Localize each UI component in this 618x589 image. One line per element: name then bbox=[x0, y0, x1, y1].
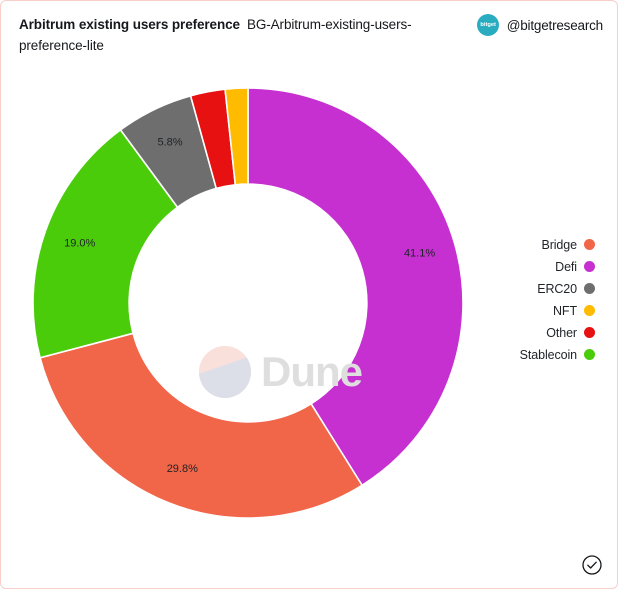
check-circle-svg bbox=[582, 555, 602, 575]
donut-svg: 41.1% 29.8% 19.0% 5.8% bbox=[33, 88, 463, 518]
legend-item-label: NFT bbox=[553, 303, 577, 318]
legend-item-label: Bridge bbox=[541, 237, 577, 252]
legend-item-label: Other bbox=[546, 325, 577, 340]
avatar-label: bitget bbox=[479, 21, 496, 28]
slice-label-bridge: 29.8% bbox=[167, 463, 198, 475]
legend-item-stablecoin[interactable]: Stablecoin bbox=[520, 345, 595, 364]
legend-item-label: ERC20 bbox=[537, 281, 577, 296]
bitget-avatar-icon[interactable]: bitget bbox=[476, 14, 499, 36]
slice-label-stablecoin: 19.0% bbox=[64, 238, 95, 250]
account-block[interactable]: bitget @bitgetresearch bbox=[476, 14, 603, 36]
chart-area: 41.1% 29.8% 19.0% 5.8% Dune Bridge Defi ERC20… bbox=[1, 63, 617, 588]
legend-color-dot bbox=[584, 261, 595, 272]
slice-label-erc20: 5.8% bbox=[157, 136, 182, 148]
card-header: Arbitrum existing users preference BG-Arb… bbox=[1, 1, 617, 63]
legend-item-erc20[interactable]: ERC20 bbox=[537, 279, 595, 298]
legend-item-defi[interactable]: Defi bbox=[555, 257, 595, 276]
legend-color-dot bbox=[584, 283, 595, 294]
legend-item-other[interactable]: Other bbox=[546, 323, 595, 342]
check-circle-icon[interactable] bbox=[581, 554, 603, 576]
legend-item-label: Stablecoin bbox=[519, 347, 577, 362]
donut-slice-bridge[interactable] bbox=[39, 332, 364, 518]
donut-slices[interactable] bbox=[33, 88, 463, 518]
chart-legend[interactable]: Bridge Defi ERC20 NFT Other Stablecoin bbox=[465, 235, 595, 364]
legend-item-nft[interactable]: NFT bbox=[553, 301, 595, 320]
page-title: Arbitrum existing users preference BG-Arb… bbox=[19, 14, 439, 56]
donut-chart[interactable]: 41.1% 29.8% 19.0% 5.8% bbox=[33, 88, 463, 518]
legend-color-dot bbox=[584, 327, 595, 338]
chart-card: Arbitrum existing users preference BG-Arb… bbox=[0, 0, 618, 589]
chart-title: Arbitrum existing users preference bbox=[19, 17, 240, 32]
legend-color-dot bbox=[584, 349, 595, 360]
legend-item-label: Defi bbox=[555, 259, 577, 274]
account-handle[interactable]: @bitgetresearch bbox=[507, 18, 603, 33]
slice-label-defi: 41.1% bbox=[404, 248, 435, 260]
legend-color-dot bbox=[584, 305, 595, 316]
legend-color-dot bbox=[584, 239, 595, 250]
legend-item-bridge[interactable]: Bridge bbox=[541, 235, 595, 254]
